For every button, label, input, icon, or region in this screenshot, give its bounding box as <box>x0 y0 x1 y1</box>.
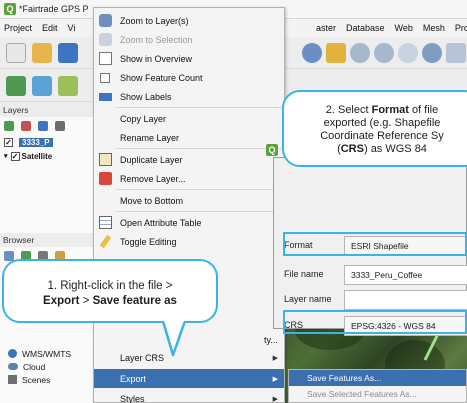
format-label: Format <box>284 240 313 250</box>
layername-row: Layer name <box>274 289 467 311</box>
menu-show-labels[interactable]: Show Labels <box>94 87 284 106</box>
menu-separator <box>116 211 282 212</box>
menu-web[interactable]: Web <box>395 23 413 33</box>
filter-map-icon[interactable] <box>38 121 48 131</box>
menu-zoom-to-selection: Zoom to Selection <box>94 30 284 49</box>
callout-step-1-line2: Export > Save feature as <box>43 295 177 307</box>
callout-pointer <box>161 319 187 357</box>
callout-step-1-line1: 1. Right-click in the file > <box>47 280 173 292</box>
pencil-icon <box>99 234 112 249</box>
menu-save-selected-features-as[interactable]: Save Selected Features As... <box>289 386 466 402</box>
menu-show-in-overview[interactable]: Show in Overview <box>94 49 284 68</box>
callout-step-2-line4: (CRS) as WGS 84 <box>337 143 427 155</box>
menu-mesh[interactable]: Mesh <box>423 23 445 33</box>
format-row: Format ESRI Shapefile <box>274 235 467 257</box>
menu-view[interactable]: Vi <box>68 23 76 33</box>
menu-show-feature-count[interactable]: Show Feature Count <box>94 68 284 87</box>
save-vector-dialog: Q Format ESRI Shapefile File name 3333_P… <box>266 144 467 336</box>
menu-separator <box>116 148 282 149</box>
browser-item-label: Cloud <box>23 361 46 372</box>
add-group-icon[interactable] <box>21 121 31 131</box>
layer-visibility-checkbox[interactable]: ✓ <box>4 137 13 147</box>
menu-zoom-to-layer[interactable]: Zoom to Layer(s) <box>94 11 284 30</box>
menu-styles[interactable]: Styles ▶ <box>94 389 284 403</box>
data-source-icon[interactable] <box>6 76 26 96</box>
callout-step-2-line1: 2. Select Format of file <box>325 104 439 116</box>
open-project-icon[interactable] <box>32 43 52 63</box>
zoom-in-icon[interactable] <box>350 43 370 63</box>
crs-row: CRS EPSG:4326 - WGS 84 <box>274 315 467 337</box>
add-raster-icon[interactable] <box>58 76 78 96</box>
callout-step-1: 1. Right-click in the file > Export > Sa… <box>2 259 218 323</box>
zoom-layer-toolbar-icon[interactable] <box>446 43 466 63</box>
pan-to-selection-icon[interactable] <box>326 43 346 63</box>
callout-step-2-line2: exported (e.g. Shapefile <box>323 117 441 129</box>
menu-remove-layer[interactable]: Remove Layer... <box>94 169 284 188</box>
menu-raster[interactable]: aster <box>316 23 336 33</box>
menu-edit[interactable]: Edit <box>42 23 58 33</box>
filename-row: File name 3333_Peru_Coffee <box>274 264 467 286</box>
scenes-icon <box>8 375 17 384</box>
browser-item-label: WMS/WMTS <box>22 348 72 359</box>
labels-icon <box>99 93 112 101</box>
overview-icon <box>99 52 112 65</box>
layername-input[interactable] <box>344 290 467 310</box>
filter-icon[interactable] <box>55 121 65 131</box>
menu-move-to-bottom[interactable]: Move to Bottom <box>94 191 284 210</box>
menu-rename-layer[interactable]: Rename Layer <box>94 128 284 147</box>
export-submenu: Save Features As... Save Selected Featur… <box>288 369 467 403</box>
menu-export[interactable]: Export ▶ <box>94 369 284 388</box>
remove-icon <box>99 172 112 185</box>
menu-processing[interactable]: Proces <box>455 23 467 33</box>
window-title: *Fairtrade GPS P <box>19 4 89 14</box>
qgis-window: Q *Fairtrade GPS P Project Edit Vi aster… <box>0 0 467 403</box>
menu-open-attribute-table[interactable]: Open Attribute Table <box>94 213 284 232</box>
checkbox-icon[interactable] <box>100 72 110 83</box>
crs-select[interactable]: EPSG:4326 - WGS 84 <box>344 316 467 336</box>
menu-project[interactable]: Project <box>4 23 32 33</box>
duplicate-icon <box>99 153 112 166</box>
format-select[interactable]: ESRI Shapefile <box>344 236 467 256</box>
filename-label: File name <box>284 269 324 279</box>
qgis-dialog-icon: Q <box>266 144 278 156</box>
submenu-arrow-icon: ▶ <box>272 375 278 383</box>
menu-save-features-as[interactable]: Save Features As... <box>289 370 466 386</box>
add-vector-icon[interactable] <box>32 76 52 96</box>
callout-step-2: 2. Select Format of file exported (e.g. … <box>282 90 467 167</box>
zoom-selection-icon <box>99 33 112 46</box>
menu-copy-layer[interactable]: Copy Layer <box>94 109 284 128</box>
zoom-out-icon[interactable] <box>374 43 394 63</box>
layer-label: Satellite <box>21 151 53 161</box>
qgis-logo-icon: Q <box>4 3 16 15</box>
menu-duplicate-layer[interactable]: Duplicate Layer <box>94 150 284 169</box>
layer-visibility-checkbox[interactable]: ✓ <box>10 151 20 161</box>
menu-database[interactable]: Database <box>346 23 385 33</box>
menu-separator <box>116 189 282 190</box>
browser-item-label: Scenes <box>22 374 51 385</box>
layername-label: Layer name <box>284 294 332 304</box>
new-project-icon[interactable] <box>6 43 26 63</box>
expand-arrow-icon[interactable]: ▾ <box>4 152 8 160</box>
layer-label: 3333_P <box>19 137 53 147</box>
submenu-arrow-icon: ▶ <box>272 354 278 362</box>
crs-label: CRS <box>284 320 304 330</box>
style-icon[interactable] <box>4 121 14 131</box>
filename-input[interactable]: 3333_Peru_Coffee <box>344 265 467 285</box>
cloud-icon <box>8 363 18 370</box>
zoom-layer-icon <box>99 14 112 27</box>
menu-separator <box>116 107 282 108</box>
globe-icon <box>8 349 17 358</box>
zoom-full-icon[interactable] <box>422 43 442 63</box>
menu-bar-right: aster Database Web Mesh Proces <box>316 19 467 37</box>
pan-icon[interactable] <box>302 43 322 63</box>
save-project-icon[interactable] <box>58 43 78 63</box>
callout-step-2-line3: Coordinate Reference Sy <box>320 130 444 142</box>
table-icon <box>99 216 112 229</box>
zoom-native-icon[interactable] <box>398 43 418 63</box>
submenu-arrow-icon: ▶ <box>272 395 278 403</box>
menu-toggle-editing[interactable]: Toggle Editing <box>94 232 284 251</box>
